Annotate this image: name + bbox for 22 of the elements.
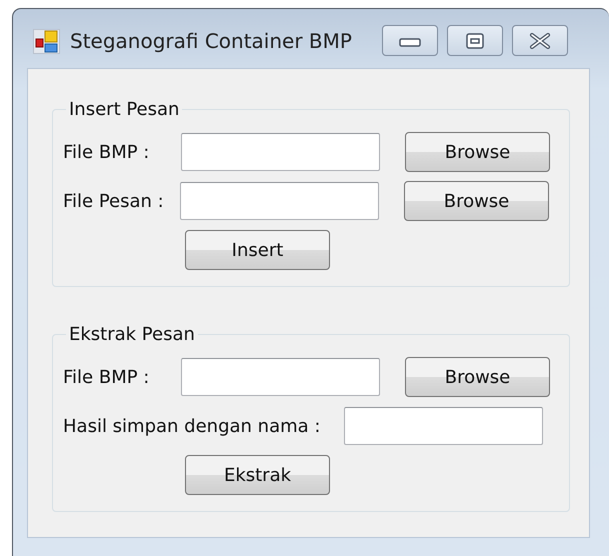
maximize-button[interactable] [446, 25, 503, 56]
input-field[interactable] [344, 407, 544, 445]
field-label: File Pesan : [63, 190, 165, 212]
minimize-button[interactable] [382, 25, 438, 56]
group-title: Ekstrak Pesan [68, 324, 196, 345]
input-field[interactable] [181, 358, 380, 396]
browse-button[interactable]: Browse [405, 132, 550, 172]
close-button[interactable] [512, 25, 568, 56]
field-label: File BMP : [63, 142, 150, 162]
input-field[interactable] [180, 182, 379, 220]
maximize-icon [466, 32, 484, 48]
field-label: File BMP : [63, 366, 150, 388]
browse-button[interactable]: Browse [405, 357, 550, 397]
action-button[interactable]: Insert [185, 230, 330, 270]
action-button[interactable]: Ekstrak [185, 455, 330, 495]
group-title: Insert Pesan [68, 99, 180, 120]
input-field[interactable] [181, 133, 380, 171]
window-title: Steganografi Container BMP [70, 29, 352, 53]
field-label: Hasil simpan dengan nama : [63, 416, 322, 436]
browse-button[interactable]: Browse [404, 181, 549, 221]
close-icon [528, 32, 551, 48]
app-icon [33, 28, 60, 54]
